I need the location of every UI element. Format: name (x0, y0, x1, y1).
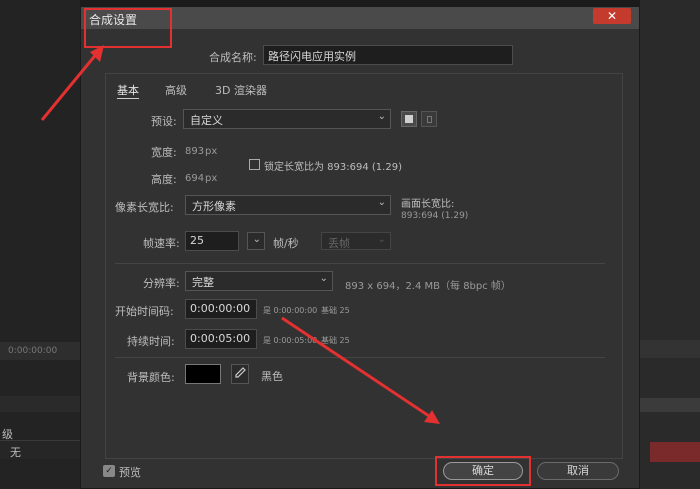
arrow-to-ok (281, 316, 433, 420)
arrow-to-title (40, 51, 100, 121)
annotation-arrows (40, 45, 440, 424)
arrow-head-ok (424, 410, 440, 424)
